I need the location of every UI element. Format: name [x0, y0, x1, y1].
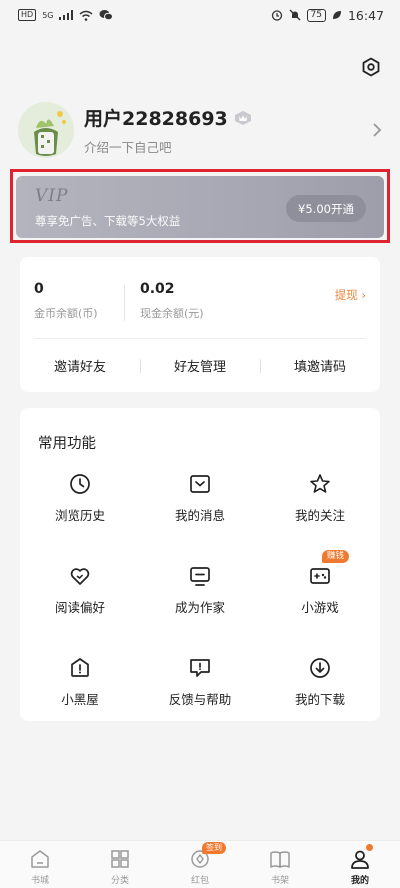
- mute-icon: [289, 9, 300, 21]
- notification-dot: [366, 844, 373, 851]
- grid-icon: [111, 850, 129, 868]
- gamepad-icon: [310, 568, 330, 584]
- leaf-icon: [332, 11, 341, 19]
- cash-balance-label: 现金余额(元): [140, 307, 204, 320]
- nav-mine-label: 我的: [350, 876, 369, 886]
- monitor-icon: [190, 567, 210, 586]
- avatar-illustration-icon: [18, 102, 74, 158]
- nav-bookshelf-label: 书架: [270, 876, 289, 886]
- battery-icon: 75: [306, 8, 326, 22]
- func-downloads-label: 我的下载: [294, 692, 345, 707]
- network-label: 5G: [42, 10, 54, 20]
- func-history-label: 浏览历史: [54, 508, 105, 523]
- func-preferences[interactable]: 阅读偏好: [20, 560, 140, 652]
- wifi-icon: [80, 10, 93, 21]
- wallet-divider: [124, 285, 125, 321]
- nav-red-packet-label: 红包: [190, 876, 209, 886]
- bottom-navigation: 书城 分类 签到 红包 书架 我的: [0, 840, 400, 888]
- func-messages-label: 我的消息: [174, 508, 225, 523]
- wechat-icon: [99, 10, 114, 21]
- vip-highlight-box: [10, 169, 390, 243]
- func-become-writer[interactable]: 成为作家: [140, 560, 260, 652]
- download-icon: [310, 658, 330, 678]
- profile-header[interactable]: 用户22828693 介绍一下自己吧: [18, 102, 384, 158]
- status-bar: HD 5G 75 16:47: [0, 0, 400, 30]
- message-icon: [190, 475, 210, 493]
- func-become-writer-label: 成为作家: [174, 600, 225, 615]
- func-following[interactable]: 我的关注: [260, 468, 380, 560]
- nav-mine[interactable]: 我的: [320, 841, 400, 888]
- chevron-right-icon[interactable]: [370, 120, 384, 140]
- clock-time: 16:47: [347, 7, 384, 23]
- user-icon: [351, 850, 369, 869]
- func-messages[interactable]: 我的消息: [140, 468, 260, 560]
- check-in-badge: 签到: [202, 842, 226, 854]
- crown-badge-icon: [234, 110, 251, 125]
- book-icon: [270, 851, 290, 868]
- functions-title: 常用功能: [38, 436, 96, 452]
- hd-badge: HD: [18, 9, 37, 21]
- func-mini-games[interactable]: 赚钱 小游戏: [260, 550, 380, 652]
- nav-bookstore[interactable]: 书城: [0, 841, 80, 888]
- nav-categories[interactable]: 分类: [80, 841, 160, 888]
- settings-button[interactable]: [360, 56, 382, 78]
- common-functions-card: 常用功能 浏览历史 我的消息 我的关注 阅读偏好 成为作家 赚钱 小游戏 小黑屋…: [20, 408, 380, 721]
- nav-bookstore-label: 书城: [30, 876, 49, 886]
- profile-intro: 介绍一下自己吧: [84, 140, 172, 155]
- func-following-label: 我的关注: [294, 508, 345, 523]
- wallet-actions: 邀请好友 好友管理 填邀请码: [20, 339, 380, 392]
- nav-bookshelf[interactable]: 书架: [240, 841, 320, 888]
- wallet-card: 0 金币余额(币) 0.02 现金余额(元) 提现 › 邀请好友 好友管理 填邀…: [20, 257, 380, 392]
- avatar[interactable]: [18, 102, 74, 158]
- feedback-icon: [190, 659, 210, 677]
- signal-icon: [59, 10, 74, 20]
- nav-categories-label: 分类: [110, 876, 129, 886]
- func-blacklist[interactable]: 小黑屋: [20, 652, 140, 744]
- func-feedback-label: 反馈与帮助: [168, 692, 232, 707]
- coin-balance-value: 0: [34, 281, 44, 297]
- invite-friends-button[interactable]: 邀请好友: [20, 356, 140, 375]
- star-icon: [310, 474, 330, 493]
- manage-friends-button[interactable]: 好友管理: [140, 356, 260, 375]
- func-downloads[interactable]: 我的下载: [260, 652, 380, 744]
- clock-icon: [70, 474, 90, 494]
- gear-icon: [362, 57, 380, 77]
- func-preferences-label: 阅读偏好: [54, 600, 105, 615]
- func-history[interactable]: 浏览历史: [20, 468, 140, 560]
- heart-icon: [70, 568, 90, 585]
- func-feedback[interactable]: 反馈与帮助: [140, 652, 260, 744]
- cash-balance[interactable]: 0.02 现金余额(元): [140, 281, 204, 321]
- nav-red-packet[interactable]: 签到 红包: [160, 841, 240, 888]
- coin-balance[interactable]: 0 金币余额(币): [34, 281, 98, 321]
- house-alert-icon: [71, 658, 89, 677]
- withdraw-link[interactable]: 提现 ›: [335, 287, 366, 303]
- cash-balance-value: 0.02: [140, 281, 175, 297]
- home-icon: [31, 850, 49, 868]
- earn-money-badge: 赚钱: [322, 550, 350, 563]
- enter-invite-code-button[interactable]: 填邀请码: [260, 356, 380, 375]
- alarm-icon: [271, 10, 282, 21]
- func-mini-games-label: 小游戏: [301, 600, 339, 615]
- func-blacklist-label: 小黑屋: [61, 692, 99, 707]
- username: 用户22828693: [84, 108, 228, 130]
- coin-balance-label: 金币余额(币): [34, 307, 98, 320]
